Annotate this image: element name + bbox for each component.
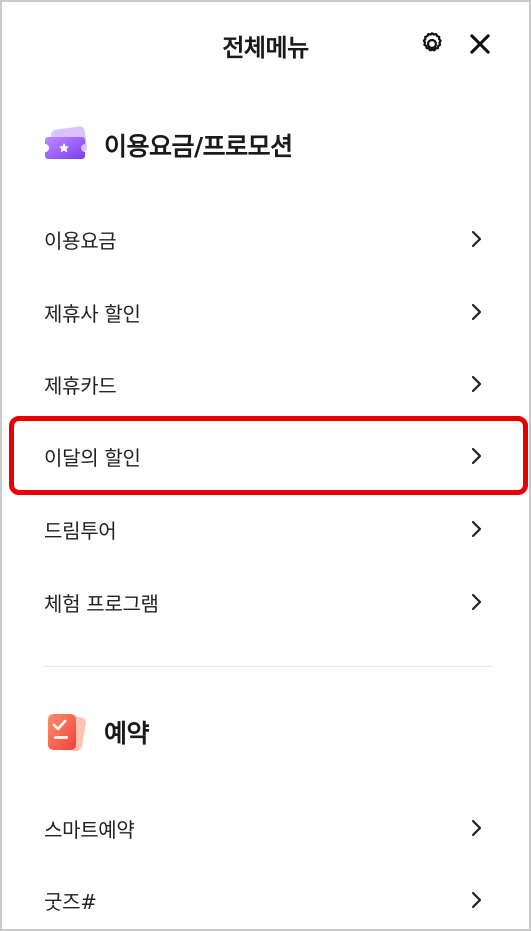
menu-item-label: 이용요금 (44, 228, 117, 253)
gear-icon[interactable] (418, 30, 446, 58)
header: 전체메뉴 (2, 2, 529, 84)
chevron-right-icon (471, 303, 482, 321)
page-title: 전체메뉴 (222, 34, 309, 62)
close-icon[interactable] (466, 30, 494, 58)
section-divider (44, 666, 492, 667)
section-title: 이용요금/프로모션 (104, 132, 293, 161)
chevron-right-icon (471, 447, 482, 465)
reservation-check-icon (48, 714, 86, 752)
menu-item-smart-reservation[interactable]: 스마트예약 (44, 804, 492, 852)
chevron-right-icon (471, 230, 482, 248)
section-header-reservation: 예약 (44, 710, 150, 754)
menu-item-label: 이달의 할인 (44, 445, 141, 470)
chevron-right-icon (471, 375, 482, 393)
menu-item-dream-tour[interactable]: 드림투어 (44, 505, 492, 553)
menu-item-label: 드림투어 (44, 518, 117, 543)
menu-screen: 전체메뉴 이용요금/프로모션 이용요금 제휴사 할인 제휴카드 이달의 할인 드… (0, 0, 531, 931)
menu-item-label: 굿즈# (44, 889, 97, 914)
section-header-promotion: 이용요금/프로모션 (44, 123, 293, 167)
menu-item-fees[interactable]: 이용요금 (44, 215, 492, 263)
menu-item-partner-discount[interactable]: 제휴사 할인 (44, 288, 492, 336)
menu-item-label: 스마트예약 (44, 817, 135, 842)
menu-item-label: 체험 프로그램 (44, 591, 159, 616)
menu-item-monthly-discount[interactable]: 이달의 할인 (44, 432, 492, 480)
chevron-right-icon (471, 891, 482, 909)
chevron-right-icon (471, 819, 482, 837)
section-title: 예약 (104, 719, 150, 748)
menu-item-experience-program[interactable]: 체험 프로그램 (44, 578, 492, 626)
menu-item-goods[interactable]: 굿즈# (44, 876, 492, 924)
chevron-right-icon (471, 593, 482, 611)
menu-item-label: 제휴카드 (44, 373, 117, 398)
chevron-right-icon (471, 520, 482, 538)
ticket-icon (45, 126, 87, 159)
menu-item-partner-card[interactable]: 제휴카드 (44, 360, 492, 408)
menu-item-label: 제휴사 할인 (44, 301, 141, 326)
